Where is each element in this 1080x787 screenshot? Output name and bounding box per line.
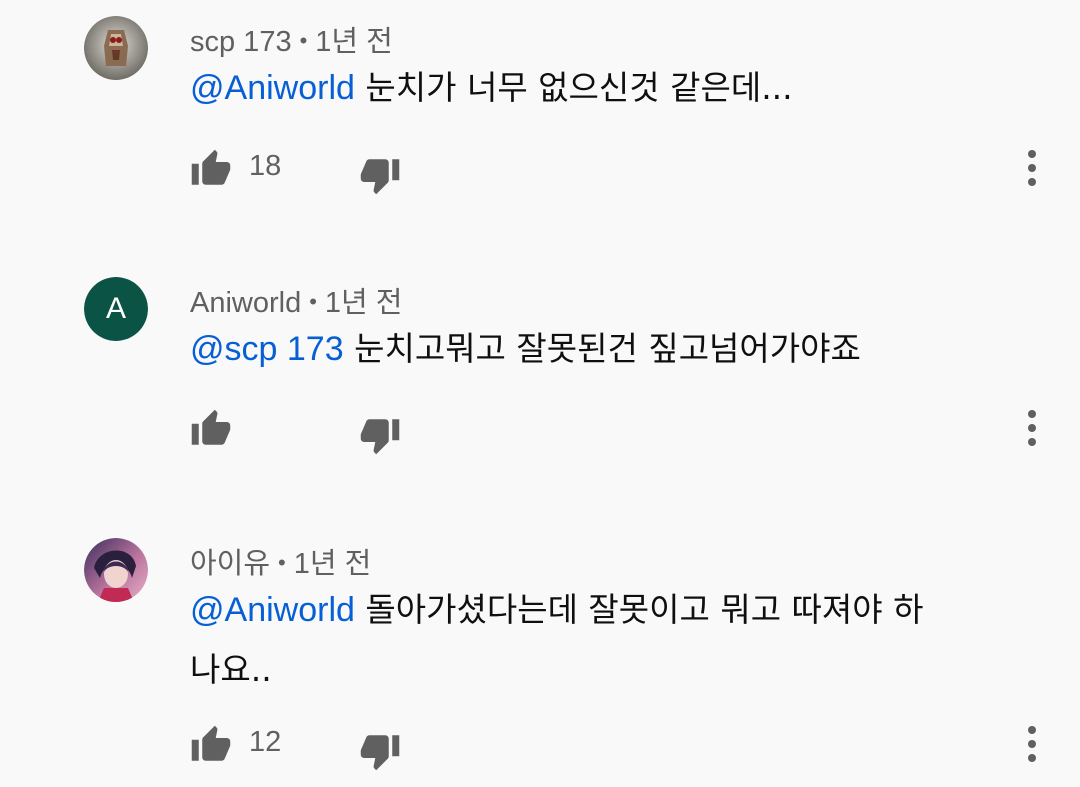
comment-meta: scp 173 • 1년 전 (190, 18, 393, 60)
like-count: 12 (249, 726, 282, 758)
comment-author[interactable]: Aniworld (190, 287, 301, 319)
comment-text: @scp 173 눈치고뭐고 잘못된건 짚고넘어가야죠 (190, 319, 990, 379)
comment-text: @Aniworld 돌아가셨다는데 잘못이고 뭐고 따져야 하나요.. (190, 580, 950, 700)
more-vert-icon[interactable] (1014, 408, 1050, 448)
thumbs-down-icon[interactable] (359, 154, 401, 196)
comment-time[interactable]: 1년 전 (325, 287, 403, 319)
meta-separator: • (278, 550, 286, 575)
comment-author[interactable]: scp 173 (190, 26, 292, 58)
more-vert-icon[interactable] (1014, 724, 1050, 764)
meta-separator: • (309, 289, 317, 314)
comment-time[interactable]: 1년 전 (294, 548, 372, 580)
comment-body: 눈치고뭐고 잘못된건 짚고넘어가야죠 (354, 329, 861, 368)
avatar[interactable] (84, 16, 148, 80)
mention-link[interactable]: @Aniworld (190, 69, 355, 107)
comment-meta: 아이유 • 1년 전 (190, 540, 371, 582)
comment-author[interactable]: 아이유 (190, 548, 270, 580)
avatar-letter: A (84, 277, 148, 341)
comment-actions (0, 408, 1080, 458)
comment-time[interactable]: 1년 전 (315, 26, 393, 58)
comment-text: @Aniworld 눈치가 너무 없으신것 같은데... (190, 58, 990, 118)
avatar-image (84, 538, 148, 602)
thumbs-up-icon[interactable] (190, 724, 232, 766)
mention-link[interactable]: @scp 173 (190, 330, 344, 368)
thumbs-down-icon[interactable] (359, 414, 401, 456)
thumbs-down-icon[interactable] (359, 730, 401, 772)
avatar[interactable]: A (84, 277, 148, 341)
meta-separator: • (299, 28, 308, 53)
comment-actions: 12 (0, 724, 1080, 774)
more-vert-icon[interactable] (1014, 148, 1050, 188)
like-count: 18 (249, 150, 282, 182)
comment-body: 눈치가 너무 없으신것 같은데... (365, 68, 793, 107)
mention-link[interactable]: @Aniworld (190, 591, 355, 629)
avatar-image (84, 16, 148, 80)
comment-actions: 18 (0, 148, 1080, 198)
avatar[interactable] (84, 538, 148, 602)
comment-meta: Aniworld • 1년 전 (190, 279, 402, 321)
thumbs-up-icon[interactable] (190, 408, 232, 450)
thumbs-up-icon[interactable] (190, 148, 232, 190)
